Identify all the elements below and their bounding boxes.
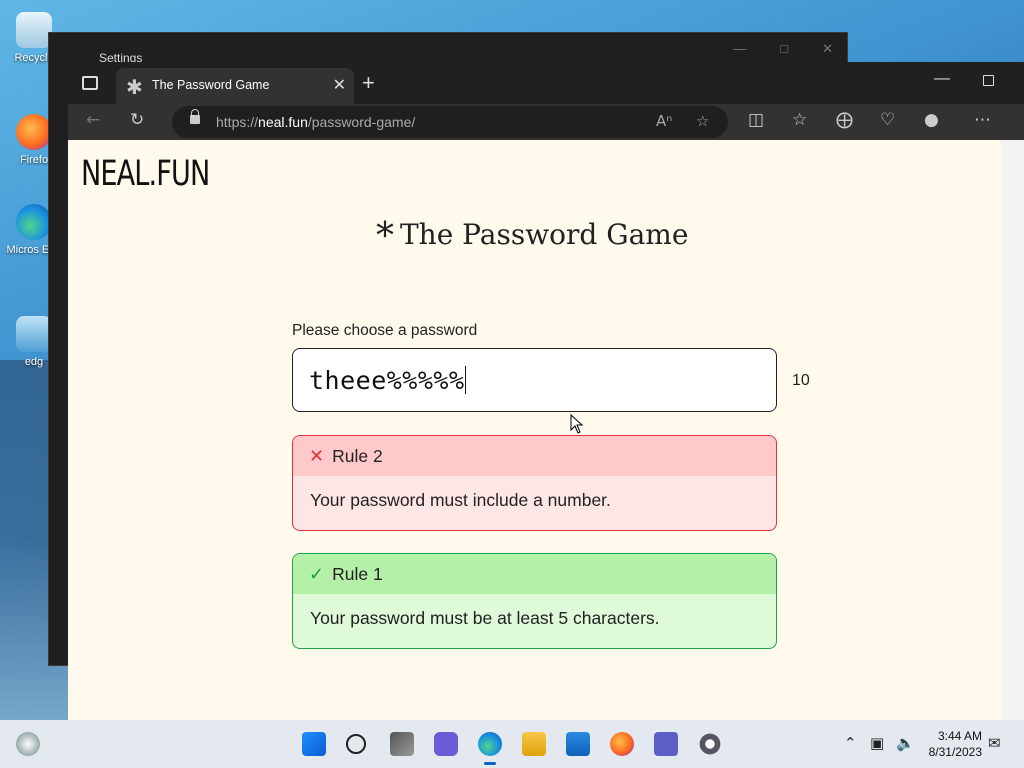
check-mark-icon: ✓ xyxy=(309,563,325,585)
chevron-up-icon[interactable]: ⌃ xyxy=(844,734,857,752)
rule-header: ✓ Rule 1 xyxy=(293,554,776,594)
url-text: https://neal.fun/password-game/ xyxy=(216,114,416,130)
favorites-icon[interactable]: ☆ xyxy=(792,110,807,130)
tab-actions-icon[interactable] xyxy=(82,76,98,90)
split-screen-icon[interactable]: ◫ xyxy=(748,110,764,130)
rule-text: Your password must be at least 5 charact… xyxy=(310,608,660,628)
teams-icon[interactable] xyxy=(654,732,678,756)
asterisk-icon: ✱ xyxy=(126,75,143,99)
password-value: theee%%%%% xyxy=(309,366,467,395)
favorite-star-icon[interactable]: ☆ xyxy=(696,112,709,130)
character-count: 10 xyxy=(792,372,810,389)
file-explorer-icon[interactable] xyxy=(522,732,546,756)
network-icon[interactable]: ▣ xyxy=(870,734,884,752)
profile-avatar-icon[interactable]: ● xyxy=(924,110,939,130)
chat-icon[interactable] xyxy=(434,732,458,756)
rule-card-failed: ✕ Rule 2 Your password must include a nu… xyxy=(292,435,777,531)
page-content: NEAL.FUN * The Password Game Please choos… xyxy=(68,140,1001,720)
text-caret xyxy=(464,366,467,394)
more-menu-icon[interactable]: ⋯ xyxy=(974,110,991,130)
address-bar[interactable]: https://neal.fun/password-game/ Aⁿ ☆ xyxy=(172,106,728,138)
minimize-icon[interactable]: — xyxy=(934,70,950,88)
settings-gear-icon[interactable] xyxy=(698,732,722,756)
start-windows-icon[interactable] xyxy=(302,732,326,756)
edge-icon xyxy=(16,204,52,240)
collections-icon[interactable]: ⨁ xyxy=(836,110,853,130)
sidebar-edge xyxy=(1001,140,1024,720)
site-logo[interactable]: NEAL.FUN xyxy=(81,154,210,194)
tab-bar: ✱ The Password Game ✕ + — xyxy=(68,62,1024,104)
new-tab-icon[interactable]: + xyxy=(362,70,375,96)
browser-toolbar: ← ↻ https://neal.fun/password-game/ Aⁿ ☆… xyxy=(68,104,1024,140)
search-icon[interactable] xyxy=(346,734,366,754)
tab-close-icon[interactable]: ✕ xyxy=(333,75,346,95)
maximize-icon[interactable]: □ xyxy=(780,41,788,57)
rule-title: Rule 1 xyxy=(332,563,383,584)
tab-title: The Password Game xyxy=(152,78,270,92)
settings-window-controls: — □ ✕ xyxy=(733,41,833,57)
rule-card-passed: ✓ Rule 1 Your password must be at least … xyxy=(292,553,777,649)
page-title: * The Password Game xyxy=(376,216,689,257)
rule-header: ✕ Rule 2 xyxy=(293,436,776,476)
browser-window: ✱ The Password Game ✕ + — ← ↻ https://ne… xyxy=(68,62,1024,720)
password-label: Please choose a password xyxy=(292,322,478,339)
notification-icon[interactable]: ✉ xyxy=(988,734,1001,752)
asterisk-icon: * xyxy=(376,216,394,257)
refresh-icon[interactable]: ↻ xyxy=(130,110,144,130)
minimize-icon[interactable]: — xyxy=(733,41,746,57)
clock-date: 8/31/2023 xyxy=(928,745,982,759)
task-view-icon[interactable] xyxy=(390,732,414,756)
close-icon[interactable]: ✕ xyxy=(822,41,833,57)
taskbar: ⌃ ▣ 🔈 3:44 AM 8/31/2023 ✉ xyxy=(0,720,1024,768)
firefox-icon xyxy=(16,114,52,150)
read-aloud-icon[interactable]: Aⁿ xyxy=(656,112,672,130)
clock[interactable]: 3:44 AM 8/31/2023 xyxy=(929,728,982,760)
rule-text: Your password must include a number. xyxy=(310,490,611,510)
rule-title: Rule 2 xyxy=(332,445,383,466)
volume-muted-icon[interactable]: 🔈 xyxy=(896,734,915,752)
performance-icon[interactable]: ♡ xyxy=(880,110,895,130)
widgets-icon[interactable] xyxy=(16,732,40,756)
maximize-icon[interactable] xyxy=(983,75,994,86)
file-icon xyxy=(16,316,52,352)
lock-icon xyxy=(190,109,200,124)
clock-time: 3:44 AM xyxy=(937,729,982,743)
password-input[interactable]: theee%%%%% xyxy=(292,348,777,412)
x-mark-icon: ✕ xyxy=(309,445,325,467)
firefox-taskbar-icon[interactable] xyxy=(610,732,634,756)
tab-password-game[interactable]: ✱ The Password Game ✕ xyxy=(116,68,354,104)
edge-taskbar-icon[interactable] xyxy=(478,732,502,765)
mouse-cursor-icon xyxy=(570,414,584,434)
back-arrow-icon[interactable]: ← xyxy=(86,110,100,130)
recycle-bin-icon xyxy=(16,12,52,48)
store-icon[interactable] xyxy=(566,732,590,756)
